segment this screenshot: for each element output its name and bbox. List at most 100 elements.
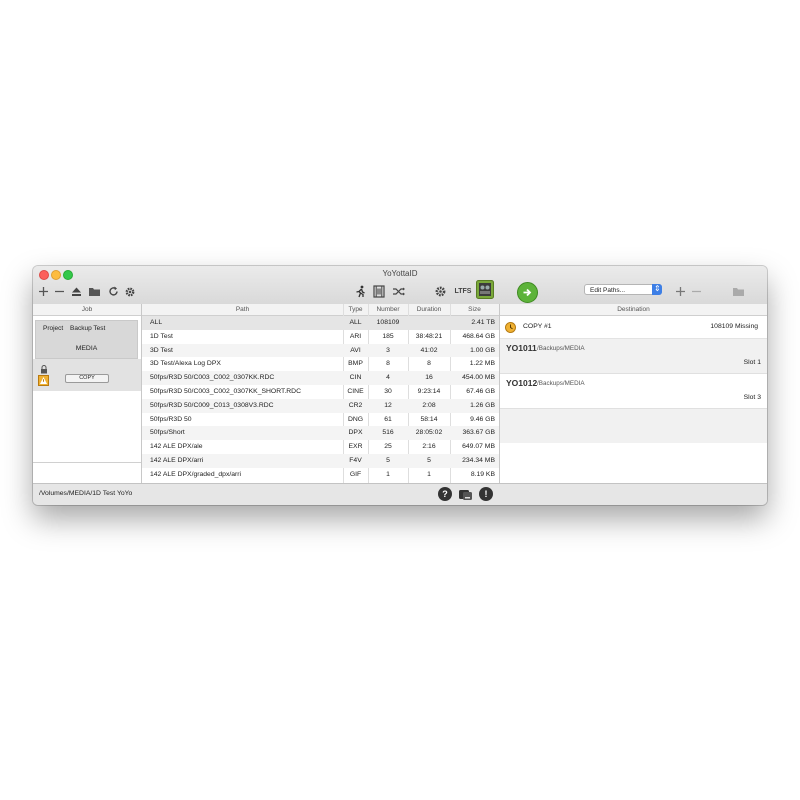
cell-duration: 2:08 [422, 401, 436, 409]
cell-duration: 5 [427, 457, 431, 464]
ltfs-tape-icon[interactable] [476, 280, 494, 299]
slot-label: Slot 1 [743, 359, 761, 366]
add-destination-icon[interactable] [675, 283, 686, 300]
cell-number: 3 [386, 346, 390, 354]
app-window: YoYottaID LTFS Edit Paths... ⇕ Job Proje… [33, 266, 767, 505]
settings-gear-icon[interactable] [124, 283, 136, 300]
cell-number: 1 [386, 470, 390, 478]
slot-label: Slot 3 [743, 394, 761, 401]
cell-number: 12 [384, 401, 392, 409]
tape-path: /Backups/MEDIA [537, 380, 585, 387]
col-header-duration[interactable]: Duration [408, 304, 450, 315]
cell-number: 5 [386, 457, 390, 464]
table-row[interactable]: 142 ALE DPX/arri F4V 5 5 234.34 MB [142, 454, 499, 468]
job-copy-row: COPY [33, 359, 141, 391]
col-header-number[interactable]: Number [368, 304, 408, 315]
cell-type: CIN [349, 374, 362, 382]
col-header-size[interactable]: Size [450, 304, 499, 315]
folder-icon[interactable] [88, 283, 101, 300]
empty-row [500, 409, 767, 443]
cell-path: 50fps/R3D 50 [150, 415, 192, 423]
refresh-icon[interactable] [108, 283, 119, 300]
cell-size: 1.00 GB [470, 346, 495, 354]
project-name: Backup Test [70, 325, 106, 332]
copy-label: COPY #1 [523, 323, 552, 330]
col-header-path[interactable]: Path [142, 304, 343, 315]
edit-paths-dropdown[interactable]: Edit Paths... [584, 283, 662, 295]
destination-folder-icon[interactable] [732, 283, 745, 300]
col-header-type[interactable]: Type [343, 304, 368, 315]
ltfs-label: LTFS [454, 288, 472, 295]
tape-id: YO1012 [506, 378, 538, 388]
cell-path: 142 ALE DPX/arri [150, 457, 204, 464]
eject-icon[interactable] [71, 283, 82, 300]
table-row[interactable]: 50fps/R3D 50/C003_C002_0307KK.RDC CIN 4 16 4… [142, 371, 499, 385]
cell-size: 234.34 MB [462, 457, 495, 464]
cell-number: 8 [386, 360, 390, 368]
alert-icon[interactable]: ! [479, 487, 493, 501]
table-row[interactable]: 50fps/R3D 50 DNG 61 58:14 9.46 GB [142, 413, 499, 427]
table-row[interactable]: 142 ALE DPX/ale EXR 25 2:16 649.07 MB [142, 440, 499, 454]
destination-entry[interactable]: YO1012 /Backups/MEDIA Slot 3 [500, 374, 767, 409]
cell-size: 649.07 MB [462, 443, 495, 451]
film-strip-icon[interactable] [373, 283, 385, 300]
destination-header[interactable]: Destination [500, 304, 767, 316]
settings-gear-icon-2[interactable] [434, 283, 447, 300]
cell-number: 25 [384, 443, 392, 451]
project-label: Project [43, 325, 64, 332]
table-row[interactable]: 50fps/R3D 50/C009_C013_0308V3.RDC CR2 12 2:… [142, 398, 499, 413]
table-row[interactable]: 142 ALE DPX/graded_dpx/arri GIF 1 1 8.19 KB [142, 468, 499, 482]
table-row[interactable]: ALL ALL 108109 2.41 TB [142, 316, 499, 330]
cell-path: 1D Test [150, 332, 173, 340]
cell-size: 468.64 GB [462, 332, 496, 340]
cell-path: 3D Test [150, 346, 173, 354]
shuffle-icon[interactable] [392, 283, 406, 300]
path-table: Path Type Number Duration Size ALL ALL 108… [142, 304, 500, 483]
cell-type: F4V [349, 457, 362, 464]
cell-number: 61 [384, 415, 392, 423]
add-icon[interactable] [38, 283, 49, 300]
cell-duration: 16 [425, 374, 433, 382]
cell-size: 363.67 GB [462, 429, 496, 437]
cell-path: ALL [150, 319, 163, 326]
table-row[interactable]: 1D Test ARI 185 38:48:21 468.64 GB [142, 330, 499, 344]
go-arrow-button[interactable] [517, 282, 538, 303]
cell-duration: 8 [427, 360, 431, 368]
cell-size: 454.00 MB [462, 374, 495, 382]
destination-pane: Destination COPY #1 108109 Missing YO101… [500, 304, 767, 483]
clock-icon [505, 320, 516, 338]
remove-destination-icon[interactable] [691, 283, 702, 300]
cell-duration: 28:05:02 [415, 429, 443, 437]
job-header[interactable]: Job [33, 304, 141, 316]
copy-button[interactable]: COPY [65, 374, 109, 383]
titlebar: YoYottaID LTFS Edit Paths... ⇕ [33, 266, 767, 305]
dropdown-stepper-icon [652, 283, 662, 295]
status-path: /Volumes/MEDIA/1D Test YoYo [39, 490, 133, 497]
tape-drive-icon[interactable] [458, 488, 473, 505]
copy-summary-row[interactable]: COPY #1 108109 Missing [500, 316, 767, 339]
cell-number: 30 [384, 388, 392, 395]
cell-number: 516 [382, 429, 394, 437]
cell-type: EXR [348, 443, 363, 451]
cell-path: 50fps/Short [150, 429, 185, 437]
media-label: MEDIA [75, 345, 98, 352]
running-man-icon[interactable] [354, 283, 367, 300]
status-bar: /Volumes/MEDIA/1D Test YoYo ? ! [33, 483, 767, 505]
cell-number: 4 [386, 374, 390, 382]
table-row[interactable]: 3D Test AVI 3 41:02 1.00 GB [142, 343, 499, 358]
cell-size: 67.46 GB [466, 388, 495, 395]
cell-size: 1.22 MB [469, 360, 495, 368]
table-row[interactable]: 50fps/Short DPX 516 28:05:02 363.67 GB [142, 426, 499, 441]
cell-path: 142 ALE DPX/graded_dpx/arri [150, 470, 242, 478]
table-row[interactable]: 3D Test/Alexa Log DPX BMP 8 8 1.22 MB [142, 357, 499, 371]
edit-paths-label: Edit Paths... [590, 287, 626, 294]
help-icon[interactable]: ? [438, 487, 452, 501]
cell-duration: 2:16 [422, 443, 436, 451]
table-row[interactable]: 50fps/R3D 50/C003_C002_0307KK_SHORT.RDC C… [142, 385, 499, 399]
cell-size: 2.41 TB [471, 319, 495, 326]
remove-icon[interactable] [54, 283, 65, 300]
destination-entry[interactable]: YO1011 /Backups/MEDIA Slot 1 [500, 339, 767, 374]
cell-duration: 58:14 [420, 415, 438, 423]
missing-count: 108109 Missing [710, 323, 758, 330]
job-card[interactable]: Project Backup Test MEDIA [35, 320, 138, 359]
